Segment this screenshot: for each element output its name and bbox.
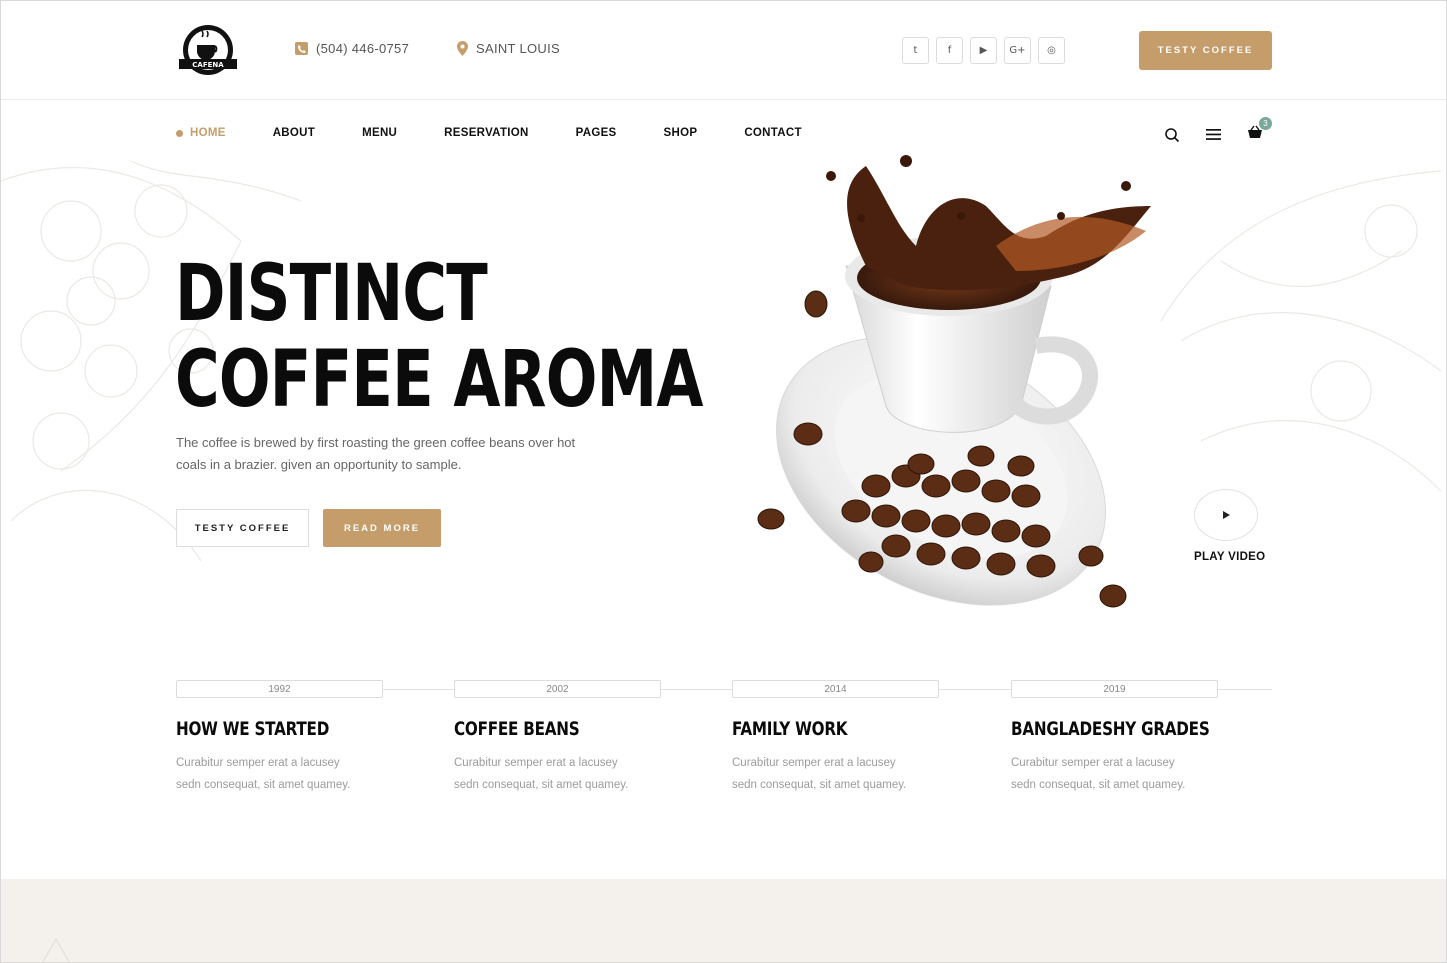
timeline-item: 2019 BANGLADESHY GRADES Curabitur semper… bbox=[1011, 680, 1241, 796]
timeline-text: Curabitur semper erat a lacusey sedn con… bbox=[1011, 757, 1186, 791]
timeline-item: 1992 HOW WE STARTED Curabitur semper era… bbox=[176, 680, 406, 796]
page: CAFENA (504) 446-0757 SAINT LOUIS t f ▶ … bbox=[0, 0, 1447, 963]
nav-label: HOME bbox=[190, 127, 226, 139]
play-video-button[interactable] bbox=[1194, 489, 1258, 541]
hero-title-line-1: DISTINCT bbox=[175, 249, 488, 339]
search-icon[interactable] bbox=[1164, 127, 1180, 143]
map-pin-icon bbox=[457, 41, 468, 56]
timeline-item: 2014 FAMILY WORK Curabitur semper erat a… bbox=[732, 680, 962, 796]
nav-label: RESERVATION bbox=[444, 127, 529, 139]
nav-label: PAGES bbox=[575, 127, 617, 139]
facebook-icon[interactable]: f bbox=[936, 37, 963, 64]
hero-title: DISTINCT COFFEE AROMA bbox=[175, 251, 703, 423]
nav-label: ABOUT bbox=[272, 127, 316, 139]
cart-count-badge: 3 bbox=[1259, 117, 1272, 130]
timeline-title: BANGLADESHY GRADES bbox=[1011, 718, 1210, 740]
phone-contact[interactable]: (504) 446-0757 bbox=[295, 41, 409, 56]
testy-coffee-button[interactable]: TESTY COFFEE bbox=[176, 509, 309, 547]
nav-item-shop[interactable]: SHOP bbox=[664, 127, 698, 139]
nav-item-pages[interactable]: PAGES bbox=[576, 127, 617, 139]
twitter-icon[interactable]: t bbox=[902, 37, 929, 64]
nav-item-contact[interactable]: CONTACT bbox=[744, 127, 801, 139]
play-video-label: PLAY VIDEO bbox=[1194, 551, 1266, 563]
coffee-cup-image bbox=[757, 155, 1151, 608]
leaf-outline-icon bbox=[42, 937, 70, 962]
nav-label: MENU bbox=[362, 127, 398, 139]
active-dot bbox=[176, 129, 183, 137]
leaf-background-right bbox=[1160, 170, 1442, 492]
timeline-title: COFFEE BEANS bbox=[454, 718, 580, 740]
phone-icon bbox=[295, 42, 308, 55]
timeline-year: 2002 bbox=[454, 680, 661, 698]
nav-item-about[interactable]: ABOUT bbox=[273, 127, 315, 139]
nav-item-home[interactable]: HOME bbox=[176, 127, 226, 139]
phone-number: (504) 446-0757 bbox=[316, 41, 410, 56]
cart-button[interactable]: 3 bbox=[1247, 117, 1272, 144]
social-links: t f ▶ G+ ◎ bbox=[902, 37, 1065, 64]
timeline-title: HOW WE STARTED bbox=[176, 718, 330, 740]
testy-coffee-top-button[interactable]: TESTY COFFEE bbox=[1139, 31, 1272, 70]
instagram-icon[interactable]: ◎ bbox=[1038, 37, 1065, 64]
google-plus-icon[interactable]: G+ bbox=[1004, 37, 1031, 64]
location-text: SAINT LOUIS bbox=[476, 41, 560, 56]
timeline-year: 2019 bbox=[1011, 680, 1218, 698]
main-nav: HOME ABOUT MENU RESERVATION PAGES SHOP C… bbox=[176, 127, 849, 139]
timeline-text: Curabitur semper erat a lacusey sedn con… bbox=[732, 757, 907, 791]
timeline-year: 2014 bbox=[732, 680, 939, 698]
logo-text: CAFENA bbox=[192, 61, 224, 69]
nav-item-menu[interactable]: MENU bbox=[362, 127, 397, 139]
timeline-text: Curabitur semper erat a lacusey sedn con… bbox=[176, 757, 351, 791]
cafena-logo[interactable]: CAFENA bbox=[175, 23, 241, 79]
hero-description: The coffee is brewed by first roasting t… bbox=[176, 435, 576, 472]
menu-icon[interactable] bbox=[1206, 128, 1221, 141]
play-icon bbox=[1223, 511, 1230, 519]
hero-title-line-2: COFFEE AROMA bbox=[175, 335, 703, 425]
nav-label: SHOP bbox=[663, 127, 698, 139]
top-bar: CAFENA (504) 446-0757 SAINT LOUIS t f ▶ … bbox=[1, 1, 1446, 100]
timeline-text: Curabitur semper erat a lacusey sedn con… bbox=[454, 757, 629, 791]
nav-label: CONTACT bbox=[744, 127, 802, 139]
youtube-icon[interactable]: ▶ bbox=[970, 37, 997, 64]
timeline-title: FAMILY WORK bbox=[732, 718, 848, 740]
next-section-band bbox=[1, 879, 1446, 962]
timeline-item: 2002 COFFEE BEANS Curabitur semper erat … bbox=[454, 680, 684, 796]
nav-item-reservation[interactable]: RESERVATION bbox=[444, 127, 528, 139]
read-more-button[interactable]: READ MORE bbox=[323, 509, 441, 547]
nav-icons: 3 bbox=[1164, 117, 1272, 144]
timeline-year: 1992 bbox=[176, 680, 383, 698]
location-contact[interactable]: SAINT LOUIS bbox=[457, 41, 560, 56]
